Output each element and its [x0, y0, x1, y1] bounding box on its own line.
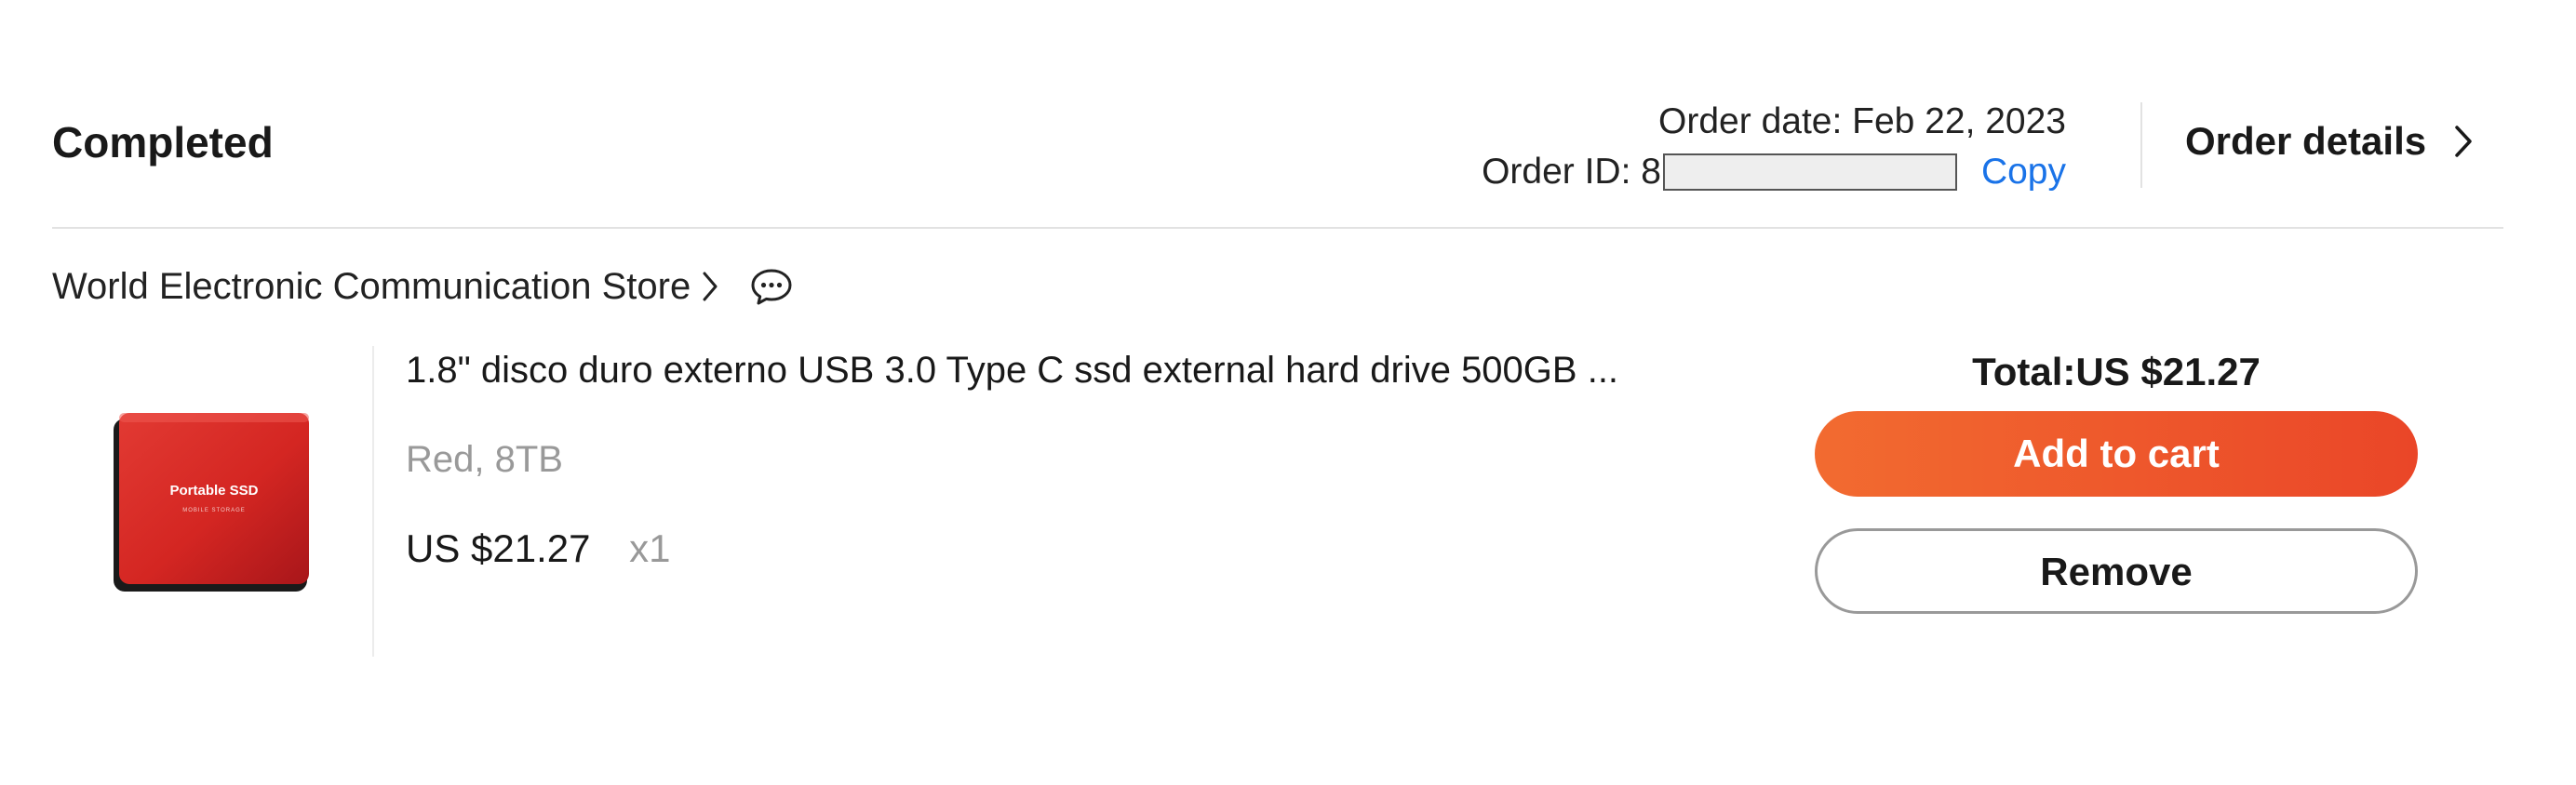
order-card: Completed Order date: Feb 22, 2023 Order… [52, 0, 2503, 785]
order-details-label: Order details [2185, 119, 2427, 163]
product-price-row: US $21.27 x1 [406, 526, 671, 571]
order-meta: Order date: Feb 22, 2023 Order ID: 8 Cop… [1482, 97, 2066, 197]
portable-ssd-image: Portable SSD MOBILE STORAGE [114, 413, 309, 592]
order-id-redacted [1662, 153, 1957, 191]
order-total: Total:US $21.27 [1972, 350, 2261, 393]
order-header: Completed Order date: Feb 22, 2023 Order… [52, 0, 2503, 229]
order-details-link[interactable]: Order details [2185, 119, 2473, 164]
chevron-right-icon [703, 272, 718, 301]
ssd-label: Portable SSD [169, 483, 258, 499]
order-date-line: Order date: Feb 22, 2023 [1482, 97, 2066, 147]
order-id-line: Order ID: 8 Copy [1482, 147, 2066, 197]
store-name: World Electronic Communication Store [52, 265, 691, 307]
chat-bubble-icon[interactable] [750, 267, 793, 306]
order-actions: Total:US $21.27 Add to cart Remove [1815, 346, 2418, 614]
store-row: World Electronic Communication Store [52, 260, 793, 313]
add-to-cart-button[interactable]: Add to cart [1815, 411, 2418, 497]
remove-button[interactable]: Remove [1815, 528, 2418, 614]
order-date: Order date: Feb 22, 2023 [1658, 101, 2066, 141]
product-image[interactable]: Portable SSD MOBILE STORAGE [108, 406, 313, 601]
product-variant: Red, 8TB [406, 439, 563, 480]
product-price: US $21.27 [406, 526, 591, 570]
header-divider [2140, 102, 2142, 188]
order-status: Completed [52, 118, 274, 166]
product-quantity: x1 [629, 526, 671, 570]
order-id-label: Order ID: 8 [1482, 152, 1661, 192]
store-link[interactable]: World Electronic Communication Store [52, 266, 718, 308]
ssd-sublabel: MOBILE STORAGE [182, 508, 246, 513]
product-title[interactable]: 1.8" disco duro externo USB 3.0 Type C s… [406, 350, 1618, 392]
copy-order-id-link[interactable]: Copy [1981, 152, 2066, 193]
product-divider [372, 346, 374, 657]
chat-bubble-svg [751, 269, 792, 305]
chevron-right-icon [2455, 126, 2472, 157]
